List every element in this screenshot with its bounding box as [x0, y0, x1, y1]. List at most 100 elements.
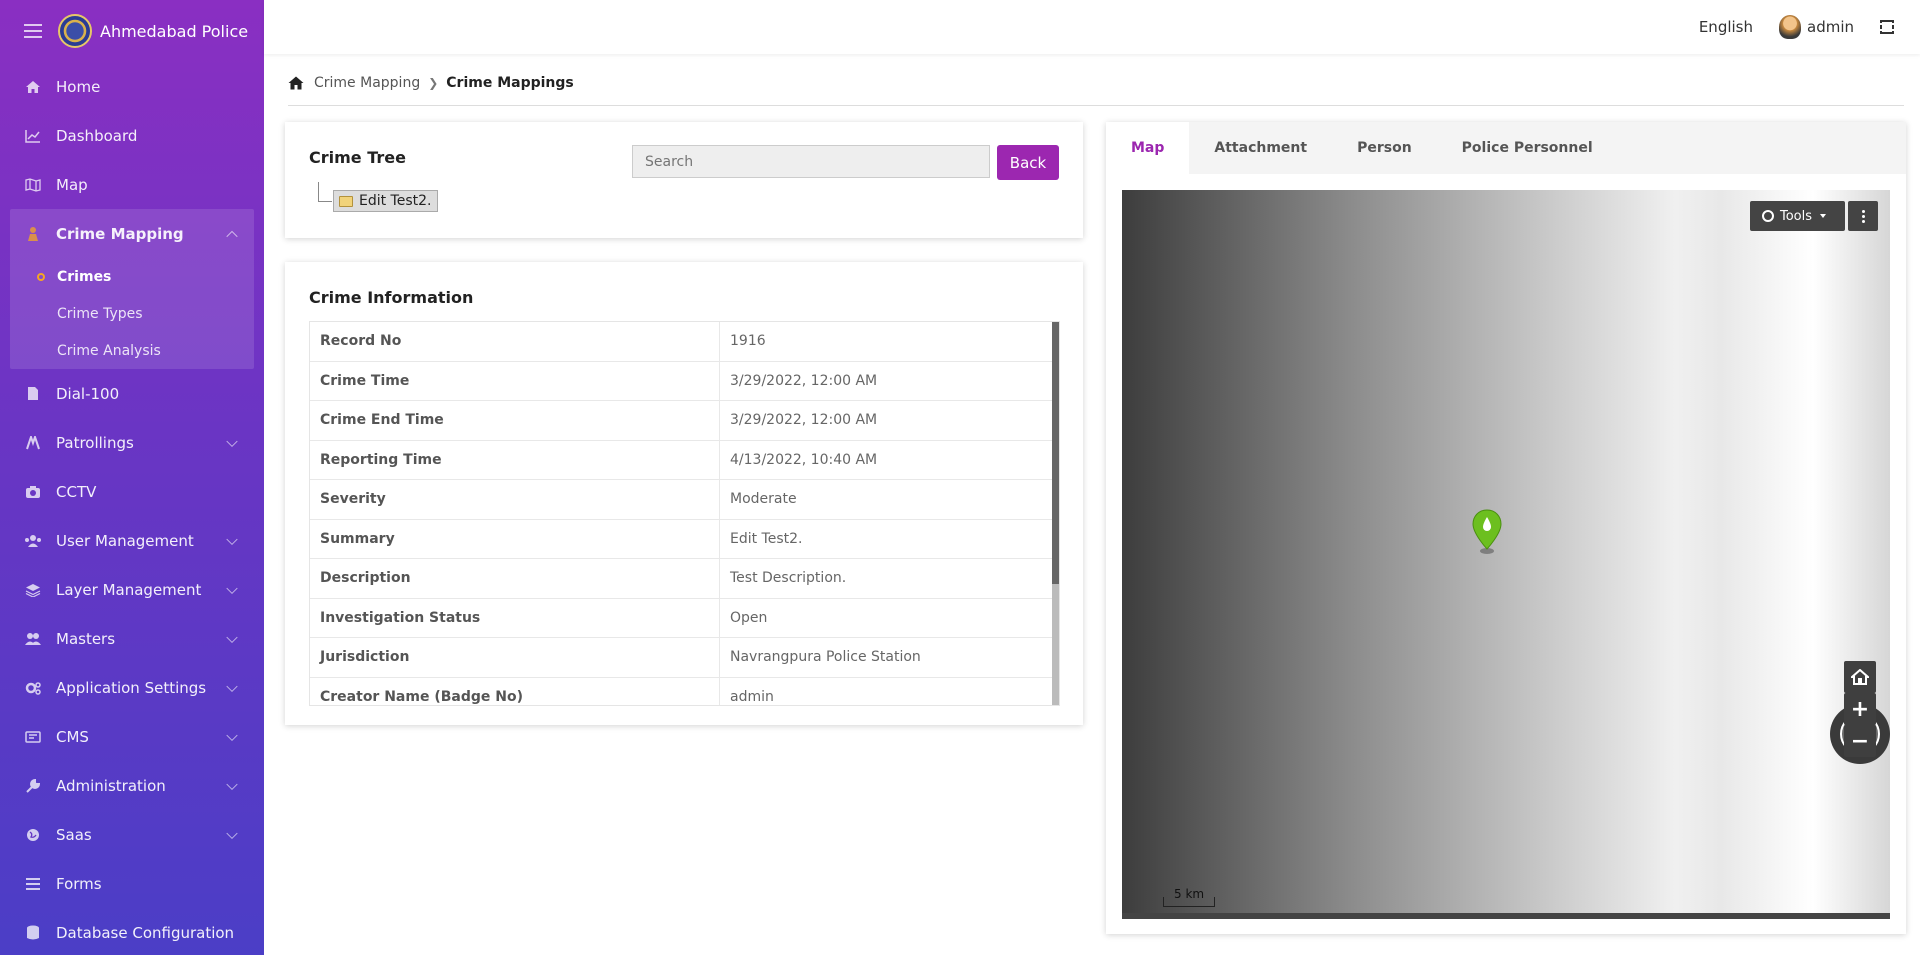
tree-node[interactable]: Edit Test2. — [318, 182, 438, 212]
crime-tree-panel: Crime Tree Back Edit Test2. — [285, 122, 1083, 238]
home-icon[interactable] — [288, 76, 304, 90]
patrol-icon — [24, 435, 42, 451]
row-value: 1916 — [730, 333, 766, 350]
crime-information-title: Crime Information — [309, 288, 474, 307]
sidebar-item-label: Layer Management — [56, 580, 202, 599]
folder-icon — [339, 195, 353, 207]
fullscreen-icon[interactable] — [1878, 20, 1896, 34]
wrench-icon — [24, 778, 42, 794]
row-key: Creator Name (Badge No) — [310, 677, 720, 705]
database-icon — [24, 925, 42, 941]
sidebar-item-database-configuration[interactable]: Database Configuration — [0, 908, 264, 955]
sidebar-item-saas[interactable]: Saas — [0, 810, 264, 859]
map-panel: Map Attachment Person Police Personnel T… — [1106, 122, 1906, 934]
caret-down-icon — [1820, 214, 1827, 218]
chevron-down-icon — [226, 729, 238, 741]
row-value: Open — [730, 609, 768, 626]
user-menu[interactable]: admin — [1779, 15, 1854, 39]
sidebar-item-forms[interactable]: Forms — [0, 859, 264, 908]
camera-icon — [24, 484, 42, 500]
sidebar-item-map[interactable]: Map — [0, 160, 264, 209]
tab-map[interactable]: Map — [1106, 122, 1190, 174]
menu-toggle-icon[interactable] — [24, 24, 42, 38]
sidebar-item-patrollings[interactable]: Patrollings — [0, 418, 264, 467]
crime-location-marker-icon[interactable] — [1471, 509, 1503, 555]
sidebar-item-label: User Management — [56, 531, 194, 550]
sidebar-item-cms[interactable]: CMS — [0, 712, 264, 761]
table-row: Jurisdiction Navrangpura Police Station — [310, 638, 1059, 678]
sidebar-item-label: Administration — [56, 776, 166, 795]
search-input[interactable] — [632, 145, 990, 178]
row-value: Moderate — [730, 491, 797, 508]
tools-label: Tools — [1780, 208, 1813, 224]
users-icon — [24, 533, 42, 549]
sidebar-item-label: Patrollings — [56, 433, 134, 452]
list-icon — [24, 876, 42, 892]
table-row: Investigation Status Open — [310, 598, 1059, 638]
row-key: Crime End Time — [310, 401, 720, 440]
sidebar-subitem-crime-types[interactable]: Crime Types — [10, 295, 254, 332]
sidebar-item-label: Database Configuration — [56, 923, 235, 942]
row-key: Severity — [310, 480, 720, 519]
sidebar-item-home[interactable]: Home — [0, 62, 264, 111]
table-row: Creator Name (Badge No) admin — [310, 677, 1059, 705]
scrollbar-thumb[interactable] — [1052, 322, 1059, 584]
row-key: Summary — [310, 519, 720, 558]
map-attribution-bar — [1122, 913, 1890, 919]
chevron-down-icon — [226, 533, 238, 545]
layers-icon — [24, 582, 42, 598]
tab-person[interactable]: Person — [1332, 122, 1437, 174]
sidebar-item-administration[interactable]: Administration — [0, 761, 264, 810]
sidebar-item-user-management[interactable]: User Management — [0, 516, 264, 565]
chevron-down-icon — [226, 582, 238, 594]
sidebar-item-masters[interactable]: Masters — [0, 614, 264, 663]
language-selector[interactable]: English — [1699, 18, 1753, 36]
sidebar-item-dashboard[interactable]: Dashboard — [0, 111, 264, 160]
row-value: Edit Test2. — [730, 530, 803, 547]
tab-attachment[interactable]: Attachment — [1189, 122, 1332, 174]
map-canvas[interactable]: Tools ⨀ + − 5 km — [1122, 190, 1890, 919]
sidebar-item-layer-management[interactable]: Layer Management — [0, 565, 264, 614]
tools-dropdown-button[interactable]: Tools — [1750, 201, 1845, 231]
sidebar-item-label: Map — [56, 175, 88, 194]
sidebar-item-crime-mapping[interactable]: Crime Mapping — [10, 209, 254, 258]
zoom-out-button[interactable]: − — [1844, 725, 1876, 757]
sidebar-item-application-settings[interactable]: Application Settings — [0, 663, 264, 712]
zoom-in-button[interactable]: + — [1844, 693, 1876, 725]
table-row: Crime Time 3/29/2022, 12:00 AM — [310, 361, 1059, 401]
row-key: Jurisdiction — [310, 638, 720, 677]
chevron-right-icon: ❯ — [428, 75, 439, 90]
sidebar-item-label: Saas — [56, 825, 92, 844]
chart-line-icon — [24, 128, 42, 144]
sidebar-item-dial-100[interactable]: Dial-100 — [0, 369, 264, 418]
breadcrumb-current: Crime Mappings — [446, 74, 574, 91]
sidebar-subitem-crime-analysis[interactable]: Crime Analysis — [10, 332, 254, 369]
breadcrumb-parent[interactable]: Crime Mapping — [314, 75, 420, 91]
back-button[interactable]: Back — [997, 145, 1059, 180]
sidebar-item-label: Dashboard — [56, 126, 138, 145]
home-extent-icon[interactable] — [1844, 661, 1876, 693]
sidebar-item-label: Home — [56, 77, 101, 96]
crime-information-table[interactable]: Record No 1916 Crime Time 3/29/2022, 12:00… — [309, 321, 1060, 706]
row-value: 4/13/2022, 10:40 AM — [730, 451, 878, 468]
app-name: Ahmedabad Police — [100, 21, 249, 41]
crime-information-panel: Crime Information Record No 1916 Crime Ti… — [285, 262, 1083, 725]
row-key: Investigation Status — [310, 598, 720, 637]
more-options-button[interactable] — [1848, 201, 1878, 231]
scale-bar: 5 km — [1163, 887, 1215, 907]
sidebar-item-cctv[interactable]: CCTV — [0, 467, 264, 516]
row-value: 3/29/2022, 12:00 AM — [730, 372, 878, 389]
police-logo — [58, 14, 92, 48]
sidebar-subitem-crimes[interactable]: Crimes — [10, 258, 254, 295]
group-icon — [24, 631, 42, 647]
sidebar: Ahmedabad Police Home Dashboard Map Crim… — [0, 0, 264, 955]
chevron-down-icon — [226, 778, 238, 790]
top-header: English admin — [264, 0, 1920, 54]
row-key: Record No — [310, 322, 720, 361]
tree-node-label-box[interactable]: Edit Test2. — [333, 190, 438, 212]
chevron-down-icon — [226, 680, 238, 692]
crime-icon — [24, 226, 42, 242]
brand: Ahmedabad Police — [0, 0, 264, 62]
table-scrollbar[interactable] — [1052, 322, 1059, 705]
tab-police-personnel[interactable]: Police Personnel — [1437, 122, 1618, 174]
